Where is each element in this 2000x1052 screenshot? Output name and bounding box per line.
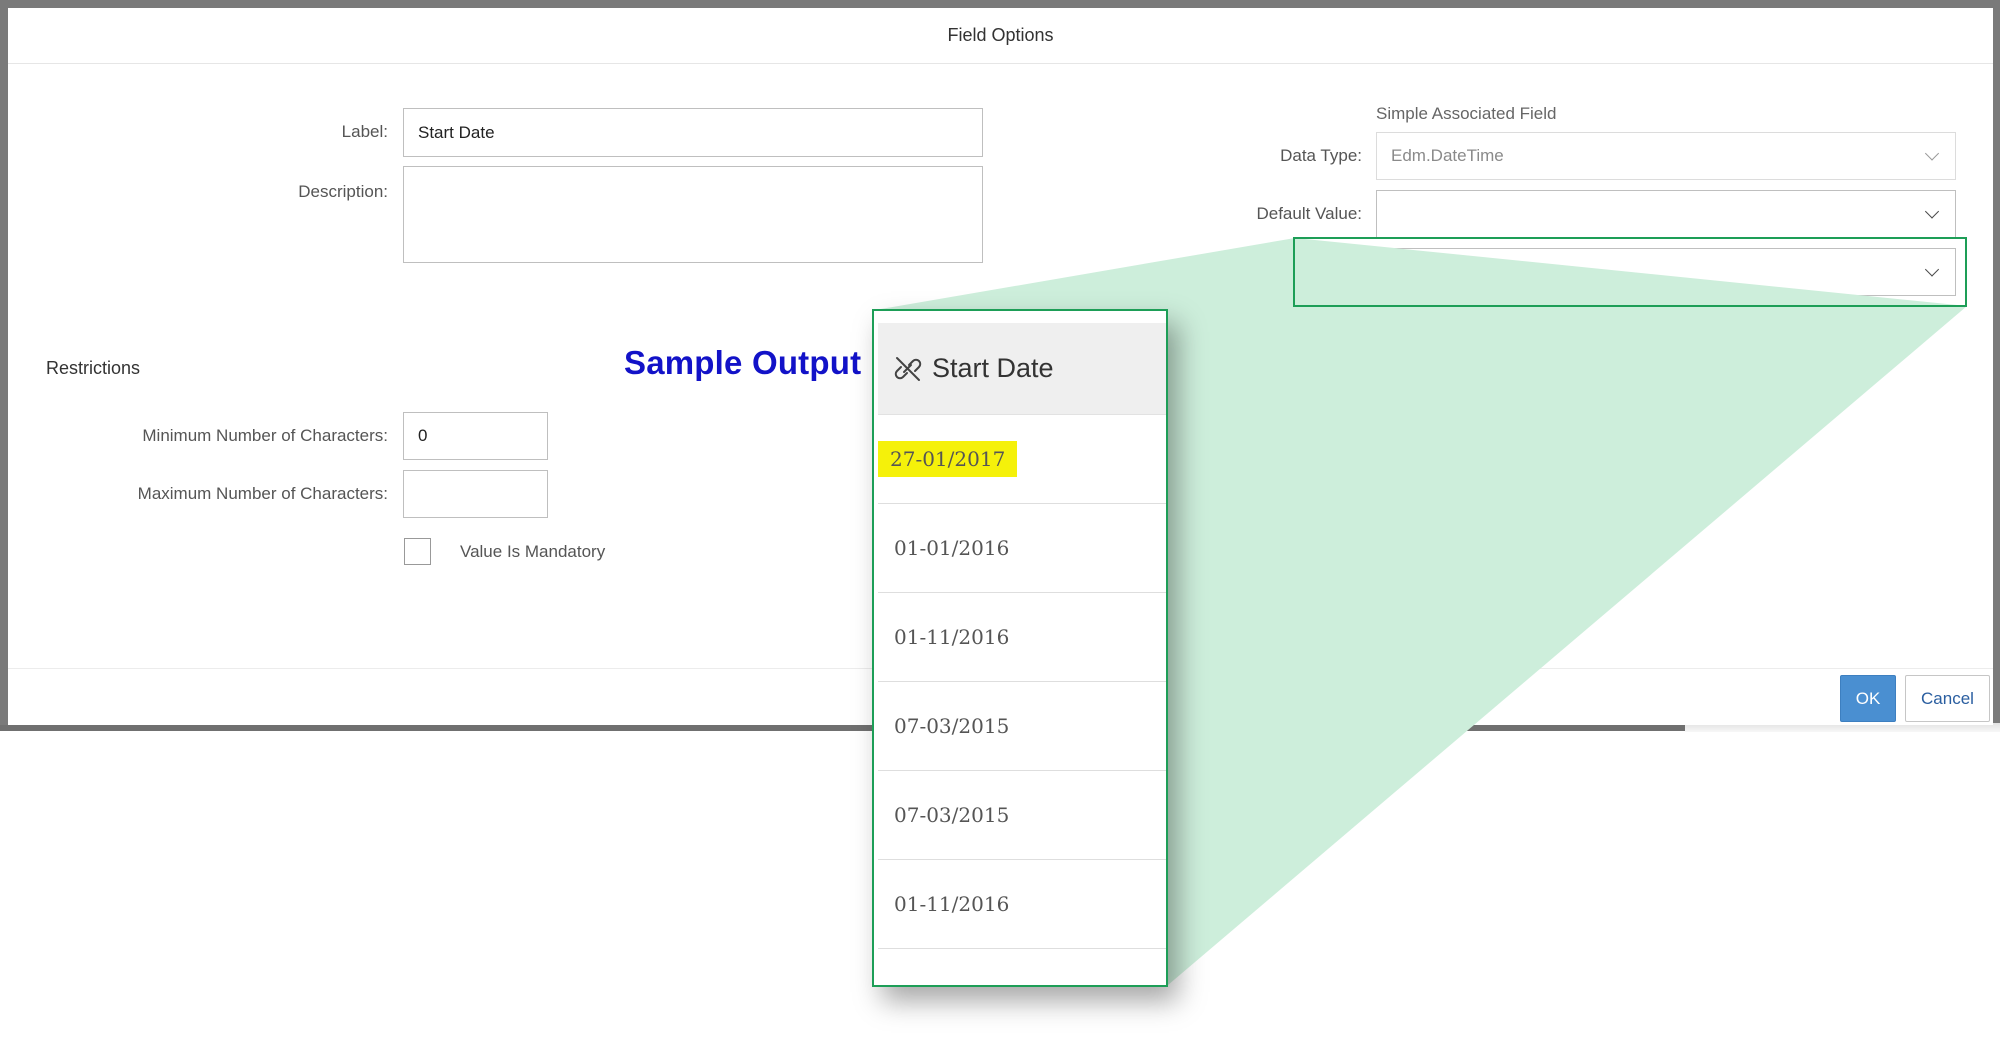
- mandatory-checkbox[interactable]: [404, 538, 431, 565]
- data-type-label: Data Type:: [1280, 146, 1362, 165]
- preview-row: 07-03/2015: [878, 771, 1166, 860]
- screen: Field Options Label: Start Date Descript…: [0, 0, 2000, 1052]
- preview-row-value: 01-11/2016: [894, 625, 1010, 649]
- format-highlight-box: [1293, 237, 1967, 307]
- dialog-title: Field Options: [8, 8, 1993, 64]
- preview-row-value: 07-03/2015: [894, 803, 1010, 827]
- chevron-down-icon[interactable]: [1924, 204, 1940, 219]
- max-characters-label: Maximum Number of Characters:: [137, 484, 388, 503]
- min-characters-label: Minimum Number of Characters:: [142, 426, 388, 445]
- preview-row: 01-01/2016: [878, 504, 1166, 593]
- associated-field-heading: Simple Associated Field: [1376, 104, 1557, 123]
- preview-row-value: 07-03/2015: [894, 714, 1010, 738]
- cancel-button[interactable]: Cancel: [1905, 675, 1990, 722]
- preview-row-value: 27-01/2017: [878, 441, 1018, 477]
- min-characters-input[interactable]: 0: [403, 412, 548, 460]
- preview-row: 01-11/2016: [878, 593, 1166, 682]
- data-type-value: Edm.DateTime: [1391, 146, 1504, 165]
- sample-output-preview: Start Date 27-01/2017 01-01/2016 01-11/2…: [872, 309, 1168, 987]
- unlink-icon: [894, 356, 922, 381]
- default-value-select[interactable]: [1376, 190, 1956, 238]
- preview-header: Start Date: [878, 323, 1166, 415]
- sample-output-label: Sample Output: [624, 344, 862, 381]
- max-characters-input[interactable]: [403, 470, 548, 518]
- chevron-down-icon: [1924, 146, 1940, 161]
- data-type-select: Edm.DateTime: [1376, 132, 1956, 180]
- preview-row-value: 01-11/2016: [894, 892, 1010, 916]
- backdrop: [0, 0, 2000, 8]
- preview-row-value: 01-01/2016: [894, 536, 1010, 560]
- description-field-label: Description:: [298, 182, 388, 201]
- preview-row: 07-03/2015: [878, 682, 1166, 771]
- label-input[interactable]: Start Date: [403, 108, 983, 157]
- label-field-label: Label:: [341, 122, 388, 141]
- restrictions-title: Restrictions: [46, 358, 141, 378]
- description-textarea[interactable]: [403, 166, 983, 263]
- mandatory-label: Value Is Mandatory: [460, 542, 606, 561]
- preview-row: 01-11/2016: [878, 860, 1166, 949]
- default-value-label: Default Value:: [1256, 204, 1362, 223]
- ok-button[interactable]: OK: [1840, 675, 1896, 722]
- preview-header-label: Start Date: [932, 353, 1054, 383]
- backdrop: [0, 0, 8, 730]
- preview-row: 27-01/2017: [878, 415, 1166, 504]
- backdrop: [1993, 0, 2000, 730]
